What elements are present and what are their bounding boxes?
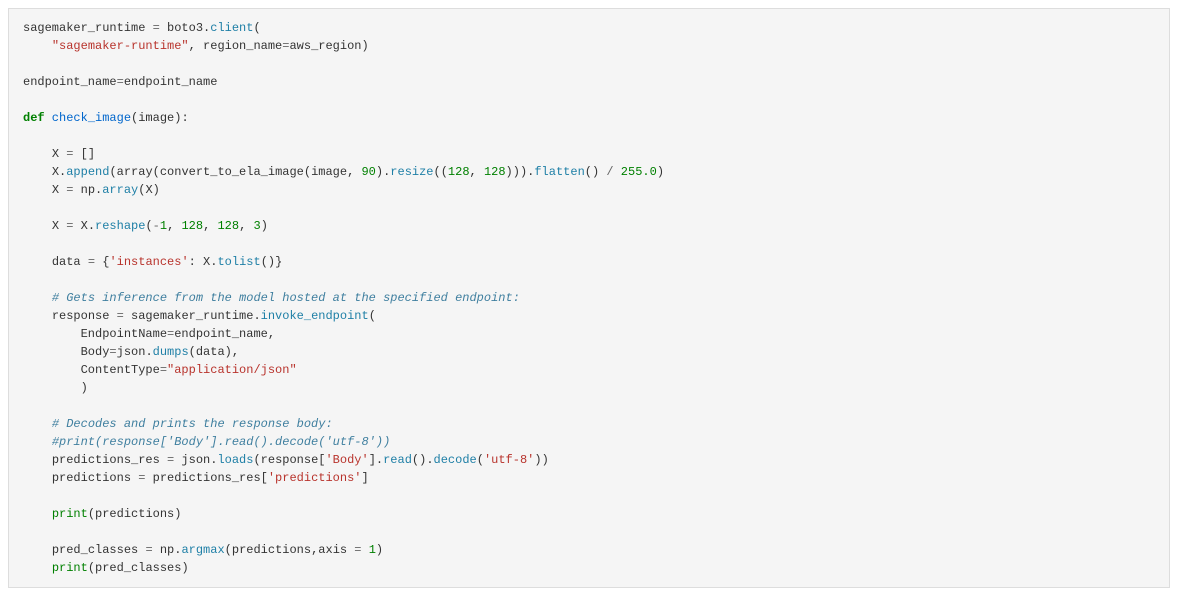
- code-line: ContentType="application/json": [23, 363, 297, 377]
- code-line: predictions_res = json.loads(response['B…: [23, 453, 549, 467]
- code-line: X = []: [23, 147, 95, 161]
- code-line: # Gets inference from the model hosted a…: [23, 291, 520, 305]
- code-block: sagemaker_runtime = boto3.client( "sagem…: [8, 8, 1170, 588]
- code-line: print(pred_classes): [23, 561, 189, 575]
- code-line: data = {'instances': X.tolist()}: [23, 255, 282, 269]
- code-line: response = sagemaker_runtime.invoke_endp…: [23, 309, 376, 323]
- code-line: X = X.reshape(-1, 128, 128, 3): [23, 219, 268, 233]
- code-line: X.append(array(convert_to_ela_image(imag…: [23, 165, 664, 179]
- code-line: X = np.array(X): [23, 183, 160, 197]
- code-line: predictions = predictions_res['predictio…: [23, 471, 369, 485]
- code-line: EndpointName=endpoint_name,: [23, 327, 275, 341]
- code-line: "sagemaker-runtime", region_name=aws_reg…: [23, 39, 369, 53]
- code-line: sagemaker_runtime = boto3.client(: [23, 21, 261, 35]
- code-line: def check_image(image):: [23, 111, 189, 125]
- code-line: Body=json.dumps(data),: [23, 345, 239, 359]
- code-line: #print(response['Body'].read().decode('u…: [23, 435, 390, 449]
- code-line: endpoint_name=endpoint_name: [23, 75, 217, 89]
- code-line: ): [23, 381, 88, 395]
- code-line: # Decodes and prints the response body:: [23, 417, 333, 431]
- code-line: pred_classes = np.argmax(predictions,axi…: [23, 543, 383, 557]
- code-line: print(predictions): [23, 507, 181, 521]
